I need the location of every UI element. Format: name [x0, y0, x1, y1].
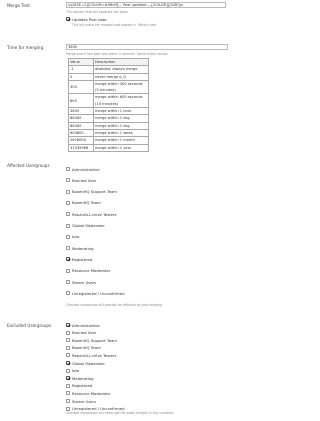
table-cell-description: merge within 1 day: [93, 121, 149, 130]
table-cell-description: merge within 1 year: [93, 143, 149, 152]
merge-text-input[interactable]: \n[SIZE=2][COLOR=#0ffcff]— Post updated …: [66, 2, 226, 8]
table-header-description: Description: [93, 57, 149, 67]
merge-text-help: The content that will separate the posts: [66, 10, 128, 14]
usergroup-checkbox[interactable]: [66, 399, 70, 403]
usergroup-label: Resource Moderator: [72, 390, 111, 396]
usergroup-label: BoxenHQ Support Team: [72, 189, 117, 195]
table-cell-description: merge within 600 seconds (10 minutes): [93, 93, 149, 109]
usergroup-label: Unregistered / Unconfirmed: [72, 290, 125, 296]
usergroup-label: BoxenHQ Support Team: [72, 337, 117, 343]
usergroup-checkbox[interactable]: [66, 291, 70, 296]
table-cell-value: 86400: [68, 114, 94, 123]
table-cell-value: 31535968: [68, 143, 94, 152]
usergroup-checkbox[interactable]: [66, 246, 70, 251]
usergroup-checkbox[interactable]: [66, 391, 70, 396]
usergroup-label: Registered: [72, 383, 93, 389]
usergroup-label: Steam Users: [72, 398, 97, 404]
usergroup-label: Moderating: [72, 375, 94, 381]
table-cell-description: merge within 1 week: [93, 128, 149, 138]
usergroup-label: Registered: [72, 256, 93, 262]
time-for-merging-help: Merge post if last post was within X sec…: [66, 52, 169, 56]
usergroup-label: Moderating: [72, 245, 94, 251]
table-header-row: Value Description: [68, 57, 149, 67]
time-for-merging-label: Time for merging: [7, 45, 44, 50]
updates-post-date-checkbox[interactable]: [66, 17, 70, 21]
usergroup-checkbox[interactable]: [66, 234, 70, 239]
affected-usergroups-label: Affected Usergroups: [7, 163, 50, 168]
table-cell-value: 604800: [68, 128, 94, 138]
table-row: 86400 merge within 1 day: [68, 114, 149, 123]
table-row: 604800 merge within 1 week: [68, 128, 149, 138]
merge-time-table: Value Description -1 disabled, always mer…: [68, 57, 149, 152]
usergroup-label: Administrative: [72, 322, 100, 328]
usergroup-checkbox[interactable]: [66, 376, 70, 381]
table-cell-description: merge within 1 day: [93, 114, 149, 123]
usergroup-label: BoxenHQ Team: [72, 345, 101, 351]
table-cell-value: -1: [68, 65, 94, 74]
table-cell-value: 2628000: [68, 136, 94, 145]
table-cell-value: 0: [68, 72, 94, 81]
usergroup-checkbox[interactable]: [66, 383, 70, 388]
affected-usergroups-help: Checked usergroups will possibly be affe…: [66, 303, 163, 307]
usergroup-checkbox[interactable]: [66, 257, 70, 262]
usergroup-checkbox[interactable]: [66, 167, 70, 171]
usergroup-label: Banned User: [72, 177, 97, 183]
usergroup-checkbox[interactable]: [66, 268, 70, 273]
excluded-usergroups-label: Excluded Usergroups: [7, 323, 52, 328]
usergroup-checkbox[interactable]: [66, 368, 70, 373]
table-cell-description: merge within 1 month: [93, 136, 149, 145]
usergroup-label: Banned User: [72, 330, 97, 336]
usergroup-checkbox[interactable]: [66, 280, 70, 284]
table-header-value: Value: [68, 57, 94, 67]
table-row: 2628000 merge within 1 month: [68, 136, 149, 145]
usergroup-label: Global Moderator: [72, 223, 105, 228]
table-cell-value: 300: [68, 79, 94, 95]
table-cell-description: never merge o_O: [93, 72, 149, 81]
usergroup-checkbox[interactable]: [66, 212, 70, 217]
usergroup-label: RepairALL-drive Testers: [72, 352, 117, 358]
table-row: 0 never merge o_O: [68, 72, 149, 81]
usergroup-checkbox[interactable]: [66, 200, 70, 205]
table-row: 31535968 merge within 1 year: [68, 143, 149, 152]
table-cell-value: 86400: [68, 121, 94, 130]
usergroup-checkbox[interactable]: [66, 330, 70, 335]
time-for-merging-input[interactable]: 3600: [66, 44, 228, 50]
usergroup-checkbox[interactable]: [66, 361, 70, 365]
table-cell-description: merge within 300 seconds (5 minutes): [93, 79, 149, 95]
usergroup-label: Resource Moderator: [72, 268, 111, 274]
updates-post-date-label: Updates Post date: [72, 16, 107, 22]
table-cell-value: 3600: [68, 107, 94, 116]
usergroup-label: Iota: [72, 368, 80, 374]
usergroup-checkbox[interactable]: [66, 353, 70, 358]
usergroup-checkbox[interactable]: [66, 323, 70, 327]
usergroup-checkbox[interactable]: [66, 406, 70, 411]
table-row: 600 merge within 600 seconds (10 minutes): [68, 93, 149, 109]
merge-text-label: Merge Text: [7, 3, 30, 8]
excluded-usergroups-help: Checked usergroups will never get the po…: [66, 411, 174, 415]
usergroup-label: Iota: [72, 234, 80, 240]
usergroup-checkbox[interactable]: [66, 338, 70, 343]
usergroup-checkbox[interactable]: [66, 345, 70, 350]
usergroup-checkbox[interactable]: [66, 189, 70, 194]
table-row: 86400 merge within 1 day: [68, 121, 149, 130]
usergroup-label: BoxenHQ Team: [72, 200, 101, 206]
usergroup-label: Steam Users: [72, 279, 97, 285]
table-cell-description: disabled, always merge: [93, 65, 149, 74]
table-row: 3600 merge within 1 hour: [68, 107, 149, 116]
table-row: 300 merge within 300 seconds (5 minutes): [68, 79, 149, 95]
table-cell-description: merge within 1 hour: [93, 107, 149, 116]
usergroup-label: Global Moderator: [72, 360, 105, 366]
table-cell-value: 600: [68, 93, 94, 109]
usergroup-checkbox[interactable]: [66, 223, 70, 228]
table-row: -1 disabled, always merge: [68, 65, 149, 74]
usergroup-checkbox[interactable]: [66, 178, 70, 183]
usergroup-label: Administrative: [72, 166, 100, 172]
updates-post-date-help: This will make the merged post appear in…: [72, 23, 157, 27]
usergroup-label: RepairALL-drive Testers: [72, 211, 117, 217]
